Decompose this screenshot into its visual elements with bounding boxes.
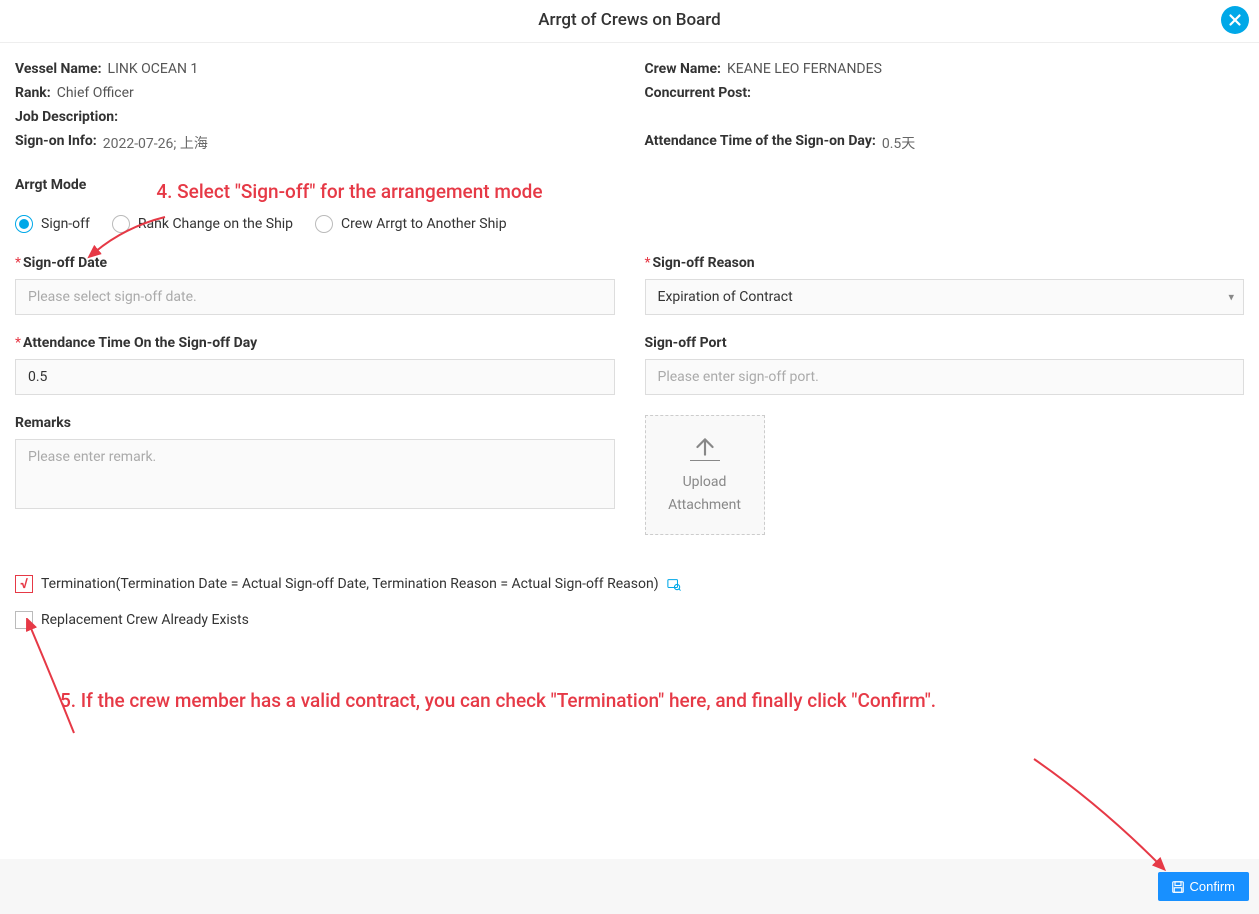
radio-another-ship-label: Crew Arrgt to Another Ship bbox=[341, 216, 507, 232]
radio-rank-change-label: Rank Change on the Ship bbox=[138, 216, 293, 232]
annotation-arrow-6 bbox=[1029, 754, 1169, 874]
radio-signoff[interactable]: Sign-off bbox=[15, 215, 90, 233]
remarks-label: Remarks bbox=[15, 415, 615, 431]
field-attendance-signoff: *Attendance Time On the Sign-off Day bbox=[15, 335, 615, 395]
termination-checkbox-row: √ Termination(Termination Date = Actual … bbox=[15, 575, 1244, 593]
replacement-checkbox[interactable] bbox=[15, 611, 33, 629]
info-crew-name: Crew Name: KEANE LEO FERNANDES bbox=[645, 61, 1245, 77]
arrgt-mode-heading-row: Arrgt Mode 4. Select "Sign-off" for the … bbox=[15, 177, 1244, 205]
attendance-signon-label: Attendance Time of the Sign-on Day: bbox=[645, 133, 876, 153]
signoff-date-label: *Sign-off Date bbox=[15, 255, 615, 271]
field-remarks: Remarks bbox=[15, 415, 615, 535]
crew-name-label: Crew Name: bbox=[645, 61, 721, 77]
confirm-button-label: Confirm bbox=[1189, 879, 1235, 894]
field-signoff-date: *Sign-off Date bbox=[15, 255, 615, 315]
upload-attachment-button[interactable]: UploadAttachment bbox=[645, 415, 765, 535]
replacement-checkbox-row: Replacement Crew Already Exists bbox=[15, 611, 1244, 629]
vessel-name-value: LINK OCEAN 1 bbox=[108, 61, 199, 77]
contract-card-icon[interactable] bbox=[667, 577, 681, 591]
termination-checkbox[interactable]: √ bbox=[15, 575, 33, 593]
modal-header: Arrgt of Crews on Board bbox=[0, 0, 1259, 43]
signoff-port-label: Sign-off Port bbox=[645, 335, 1245, 351]
close-icon bbox=[1226, 11, 1244, 29]
page-title: Arrgt of Crews on Board bbox=[0, 10, 1259, 30]
crew-name-value: KEANE LEO FERNANDES bbox=[727, 61, 882, 77]
info-vessel-name: Vessel Name: LINK OCEAN 1 bbox=[15, 61, 615, 77]
info-rank: Rank: Chief Officer bbox=[15, 85, 615, 101]
signon-info-label: Sign-on Info: bbox=[15, 133, 97, 153]
job-description-label: Job Description: bbox=[15, 109, 118, 125]
field-signoff-reason: *Sign-off Reason Expiration of Contract bbox=[645, 255, 1245, 315]
radio-another-ship[interactable]: Crew Arrgt to Another Ship bbox=[315, 215, 507, 233]
modal-content: Vessel Name: LINK OCEAN 1 Crew Name: KEA… bbox=[0, 43, 1259, 722]
radio-icon bbox=[112, 215, 130, 233]
signoff-port-input[interactable] bbox=[645, 359, 1245, 395]
rank-label: Rank: bbox=[15, 85, 51, 101]
info-job-description: Job Description: bbox=[15, 109, 615, 125]
upload-label: UploadAttachment bbox=[668, 471, 741, 516]
concurrent-post-label: Concurrent Post: bbox=[645, 85, 752, 101]
annotation-step-4: 4. Select "Sign-off" for the arrangement… bbox=[156, 180, 542, 203]
signoff-date-input[interactable] bbox=[15, 279, 615, 315]
signon-info-value: 2022-07-26; 上海 bbox=[103, 133, 208, 153]
arrgt-mode-heading: Arrgt Mode bbox=[15, 177, 86, 193]
attendance-signoff-label: *Attendance Time On the Sign-off Day bbox=[15, 335, 615, 351]
radio-signoff-label: Sign-off bbox=[41, 216, 90, 232]
info-signon: Sign-on Info: 2022-07-26; 上海 bbox=[15, 133, 615, 153]
signoff-reason-label: *Sign-off Reason bbox=[645, 255, 1245, 271]
arrgt-mode-radio-group: Sign-off Rank Change on the Ship Crew Ar… bbox=[15, 215, 1244, 233]
save-icon bbox=[1172, 881, 1184, 893]
attendance-signon-value: 0.5天 bbox=[882, 133, 915, 153]
form-grid: *Sign-off Date *Sign-off Reason Expirati… bbox=[15, 255, 1244, 535]
rank-value: Chief Officer bbox=[57, 85, 134, 101]
upload-icon bbox=[692, 434, 718, 460]
radio-icon bbox=[315, 215, 333, 233]
vessel-name-label: Vessel Name: bbox=[15, 61, 102, 77]
signoff-reason-select[interactable]: Expiration of Contract bbox=[645, 279, 1245, 315]
info-grid: Vessel Name: LINK OCEAN 1 Crew Name: KEA… bbox=[15, 61, 1244, 153]
field-signoff-port: Sign-off Port bbox=[645, 335, 1245, 395]
field-upload: UploadAttachment bbox=[645, 415, 1245, 535]
termination-label: Termination(Termination Date = Actual Si… bbox=[41, 576, 659, 592]
info-attendance-signon: Attendance Time of the Sign-on Day: 0.5天 bbox=[645, 133, 1245, 153]
annotation-step-5: 5. If the crew member has a valid contra… bbox=[60, 689, 1244, 712]
confirm-button[interactable]: Confirm bbox=[1158, 872, 1249, 901]
radio-rank-change[interactable]: Rank Change on the Ship bbox=[112, 215, 293, 233]
replacement-label: Replacement Crew Already Exists bbox=[41, 612, 249, 628]
radio-icon bbox=[15, 215, 33, 233]
close-button[interactable] bbox=[1221, 6, 1249, 34]
remarks-input[interactable] bbox=[15, 439, 615, 509]
info-concurrent-post: Concurrent Post: bbox=[645, 85, 1245, 101]
modal-footer: Confirm bbox=[0, 859, 1259, 914]
attendance-signoff-input[interactable] bbox=[15, 359, 615, 395]
